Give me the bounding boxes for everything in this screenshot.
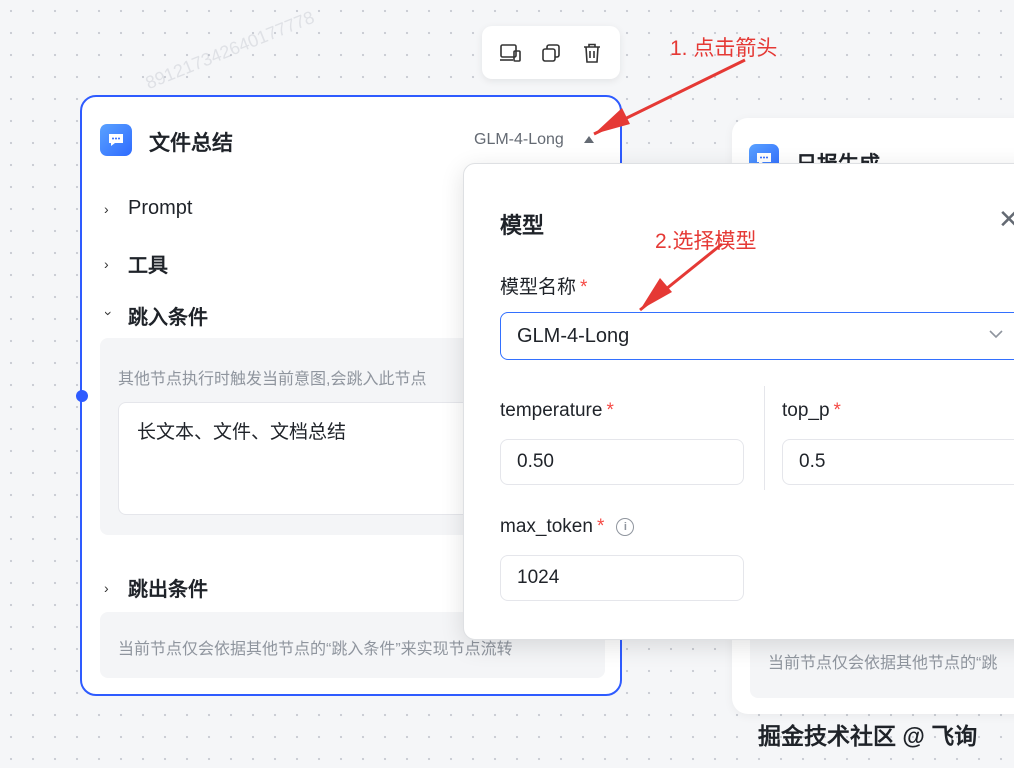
annotation-step2: 2.选择模型 [655,230,757,253]
arrow-step2-head [640,278,672,310]
footer-credit: 掘金技术社区 @ 飞询 [758,723,978,749]
annotation-step1: 1. 点击箭头 [670,37,778,60]
arrow-step1-head [594,108,630,134]
annotation-arrows [593,58,746,312]
